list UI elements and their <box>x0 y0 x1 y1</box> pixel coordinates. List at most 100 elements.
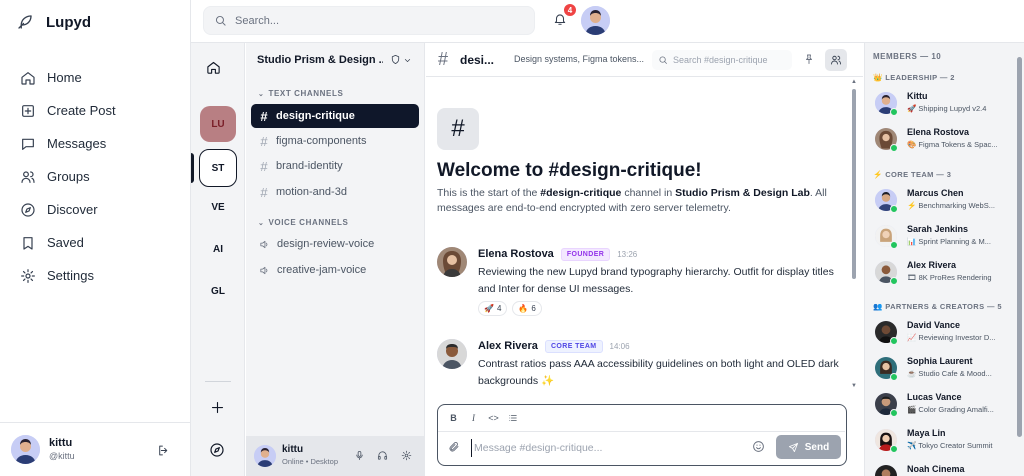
member-item-lucas-vance[interactable]: Lucas Vance 🎬 Color Grading Amalfi... <box>873 391 1005 421</box>
voice-channel-design-review[interactable]: design-review-voice <box>251 232 419 256</box>
avatar <box>875 465 897 476</box>
server-lu[interactable]: LU <box>200 106 236 142</box>
header-avatar[interactable] <box>581 6 610 35</box>
channel-design-critique[interactable]: # design-critique <box>251 104 419 128</box>
role-badge-core-team: CORE TEAM <box>544 339 603 353</box>
member-item-noah-cinema[interactable]: Noah Cinema <box>873 463 1005 476</box>
server-st[interactable]: ST <box>199 149 237 187</box>
member-item-alex-rivera[interactable]: Alex Rivera 🎞 8K ProRes Rendering <box>873 259 1005 289</box>
chevron-down-icon[interactable] <box>403 56 412 65</box>
message-text: Reviewing the new Lupyd brand typography… <box>478 266 834 295</box>
nav-item-discover[interactable]: Discover <box>0 193 190 226</box>
add-server-icon[interactable] <box>210 400 225 415</box>
user-profile-footer[interactable]: kittu @kittu <box>0 422 190 476</box>
avatar[interactable] <box>437 247 467 277</box>
member-item-marcus-chen[interactable]: Marcus Chen ⚡ Benchmarking WebS... <box>873 187 1005 217</box>
channel-label: design-review-voice <box>277 238 375 250</box>
member-item-elena-rostova[interactable]: Elena Rostova 🎨 Figma Tokens & Spac... <box>873 126 1005 156</box>
users-icon <box>21 170 35 183</box>
nav-item-label: Settings <box>47 268 94 283</box>
welcome-description: This is the start of the #design-critiqu… <box>437 187 827 214</box>
message-composer: B I <> Send <box>437 404 847 466</box>
avatar[interactable] <box>254 445 276 467</box>
nav-item-label: Saved <box>47 235 84 250</box>
emoji-icon[interactable] <box>752 440 765 453</box>
nav-item-label: Home <box>47 70 82 85</box>
hash-icon: # <box>260 184 268 200</box>
voice-channel-creative-jam[interactable]: creative-jam-voice <box>251 258 419 282</box>
server-ai[interactable]: AI <box>200 231 236 267</box>
online-status-dot <box>890 373 898 381</box>
member-item-kittu[interactable]: Kittu 🚀 Shipping Lupyd v2.4 <box>873 90 1005 120</box>
shield-icon <box>390 54 401 65</box>
nav-item-messages[interactable]: Messages <box>0 127 190 160</box>
scroll-down-arrow[interactable]: ▼ <box>851 383 857 389</box>
scroll-up-arrow[interactable]: ▲ <box>851 79 857 85</box>
channel-figma-components[interactable]: # figma-components <box>251 129 419 153</box>
nav-item-label: Groups <box>47 169 90 184</box>
microphone-icon[interactable] <box>354 450 365 461</box>
member-status: 🎞 8K ProRes Rendering <box>907 273 992 282</box>
voice-channels-header[interactable]: ⌄ VOICE CHANNELS <box>258 218 348 227</box>
member-item-david-vance[interactable]: David Vance 📈 Reviewing Investor D... <box>873 319 1005 349</box>
nav-item-label: Discover <box>47 202 98 217</box>
headphones-icon[interactable] <box>377 450 388 461</box>
user-name: kittu <box>49 436 73 449</box>
channel-search[interactable] <box>652 50 792 70</box>
text-channels-header[interactable]: ⌄ TEXT CHANNELS <box>258 89 343 98</box>
italic-button[interactable]: I <box>468 413 479 423</box>
compass-icon[interactable] <box>209 442 225 458</box>
channel-topic: Design systems, Figma tokens... <box>514 54 645 64</box>
avatar[interactable] <box>437 339 467 369</box>
code-button[interactable]: <> <box>488 413 499 423</box>
bold-button[interactable]: B <box>448 413 459 423</box>
chat-scrollbar[interactable] <box>852 89 856 279</box>
gear-icon[interactable] <box>401 450 412 461</box>
search-input[interactable] <box>235 14 525 27</box>
message-author[interactable]: Alex Rivera <box>478 340 538 352</box>
pin-icon[interactable] <box>803 53 815 65</box>
message-time: 13:26 <box>617 249 638 259</box>
nav-item-settings[interactable]: Settings <box>0 259 190 292</box>
home-icon[interactable] <box>206 60 221 75</box>
server-gl[interactable]: GL <box>200 273 236 309</box>
server-name: Studio Prism & Design ... <box>257 54 383 66</box>
left-nav: Lupyd Home Create Post Messages Groups D… <box>0 0 191 476</box>
logo[interactable]: Lupyd <box>16 12 91 32</box>
chevron-down-icon: ⌄ <box>258 90 265 98</box>
member-section-label: 👑 LEADERSHIP — 2 <box>873 73 955 82</box>
member-name: Sarah Jenkins <box>907 224 969 234</box>
reaction-fire[interactable]: 🔥 6 <box>512 301 542 316</box>
logout-icon[interactable] <box>157 444 170 457</box>
send-button[interactable]: Send <box>776 435 841 459</box>
message-text: Contrast ratios pass AAA accessibility g… <box>478 358 839 387</box>
nav-item-create-post[interactable]: Create Post <box>0 94 190 127</box>
app-name: Lupyd <box>46 13 91 31</box>
list-icon[interactable] <box>508 413 519 423</box>
members-scrollbar[interactable] <box>1017 57 1022 437</box>
nav-item-groups[interactable]: Groups <box>0 160 190 193</box>
nav-item-home[interactable]: Home <box>0 61 190 94</box>
online-status-dot <box>890 409 898 417</box>
nav-list: Home Create Post Messages Groups Discove… <box>0 61 190 292</box>
user-name: kittu <box>282 444 304 455</box>
server-ve[interactable]: VE <box>200 189 236 225</box>
member-item-sarah-jenkins[interactable]: Sarah Jenkins 📊 Sprint Planning & M... <box>873 223 1005 253</box>
members-toggle-button[interactable] <box>825 49 847 71</box>
channel-label: motion-and-3d <box>276 186 347 198</box>
message-input[interactable] <box>471 439 741 457</box>
global-search[interactable] <box>203 6 535 35</box>
online-status-dot <box>890 277 898 285</box>
member-item-maya-lin[interactable]: Maya Lin ✈️ Tokyo Creator Summit <box>873 427 1005 457</box>
channel-brand-identity[interactable]: # brand-identity <box>251 154 419 178</box>
nav-item-saved[interactable]: Saved <box>0 226 190 259</box>
member-name: Noah Cinema <box>907 464 965 474</box>
message-author[interactable]: Elena Rostova <box>478 248 554 260</box>
channel-search-input[interactable] <box>673 55 789 65</box>
channel-motion-and-3d[interactable]: # motion-and-3d <box>251 180 419 204</box>
chat-main: # desi... Design systems, Figma tokens..… <box>426 43 863 476</box>
member-item-sophia-laurent[interactable]: Sophia Laurent ☕ Studio Cafe & Mood... <box>873 355 1005 385</box>
reaction-rocket[interactable]: 🚀 4 <box>478 301 508 316</box>
paperclip-icon[interactable] <box>448 441 460 453</box>
search-icon <box>215 15 226 26</box>
